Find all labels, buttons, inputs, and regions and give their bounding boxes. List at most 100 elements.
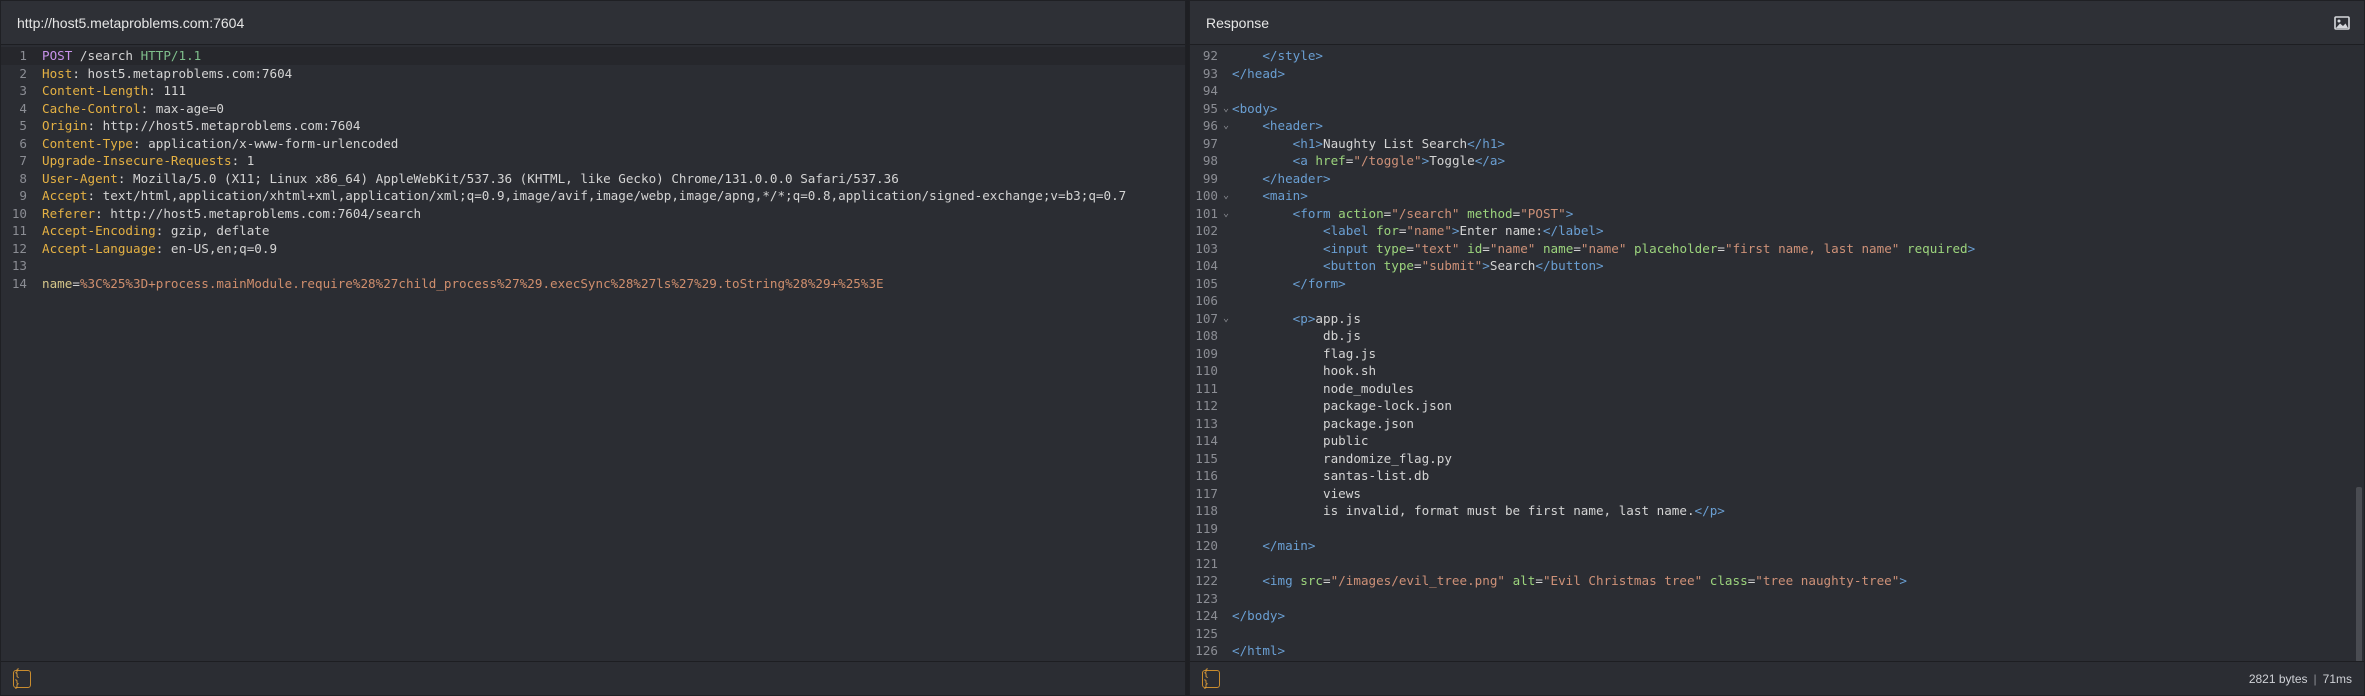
html-text: Enter name: [1459, 223, 1543, 238]
request-line: 7 Upgrade-Insecure-Requests: 1 [1, 152, 1185, 170]
response-line: 111 node_modules [1190, 380, 2364, 398]
request-line: 12 Accept-Language: en-US,en;q=0.9 [1, 240, 1185, 258]
line-content: public [1232, 432, 1369, 450]
line-number: 13 [11, 258, 27, 273]
html-tag: </button> [1535, 258, 1604, 273]
line-number: 122 [1195, 573, 1218, 588]
html-tag: <header> [1262, 118, 1324, 133]
line-number: 3 [19, 83, 27, 98]
html-attribute: alt [1512, 573, 1536, 588]
response-line: 126 </html> [1190, 642, 2364, 659]
response-line: 106 [1190, 292, 2364, 310]
response-footer: { } 2821 bytes | 71ms [1190, 661, 2364, 695]
html-text: is invalid, format must be first name, l… [1323, 503, 1695, 518]
request-url-bar[interactable]: http://host5.metaproblems.com:7604 [1, 1, 1185, 45]
html-attribute: class [1709, 573, 1748, 588]
request-line: 11 Accept-Encoding: gzip, deflate [1, 222, 1185, 240]
response-line: 102 <label for="name">Enter name:</label… [1190, 222, 2364, 240]
line-number: 119 [1195, 520, 1218, 536]
fold-chevron-icon: ⌄ [1222, 190, 1230, 201]
body-param-name: name [42, 275, 73, 291]
response-line: 107 ⌄ <p>app.js [1190, 310, 2364, 328]
response-line: 105 </form> [1190, 275, 2364, 293]
image-view-button[interactable] [2330, 11, 2354, 35]
request-editor[interactable]: 1 POST /search HTTP/1.1 2 Host: host5.metap… [1, 47, 1185, 659]
html-attribute: for [1376, 223, 1399, 238]
line-content: Accept-Encoding: gzip, deflate [42, 222, 269, 240]
html-string: "name" [1489, 240, 1536, 256]
line-number: 100 [1195, 188, 1218, 203]
header-name: Accept [42, 188, 88, 203]
header-value: http://host5.metaproblems.com:7604 [102, 118, 361, 133]
line-number: 10 [11, 205, 27, 221]
response-size: 2821 bytes [2248, 671, 2308, 686]
format-button[interactable]: { } [1202, 668, 1220, 690]
html-text [1626, 241, 1634, 256]
scrollbar-thumb[interactable] [2356, 487, 2362, 662]
header-colon: : [148, 83, 164, 98]
image-icon [2334, 16, 2350, 30]
html-tag: <p> [1292, 310, 1316, 326]
header-value: gzip, deflate [170, 223, 270, 238]
response-scrollbar[interactable] [2356, 47, 2362, 662]
line-content: Upgrade-Insecure-Requests: 1 [42, 152, 254, 170]
app-root: http://host5.metaproblems.com:7604 1 POST… [0, 0, 2365, 696]
html-text [1460, 206, 1468, 221]
html-tag: <input [1323, 240, 1377, 256]
request-line: 2 Host: host5.metaproblems.com:7604 [1, 65, 1185, 83]
line-content: </main> [1232, 537, 1315, 555]
line-content: db.js [1232, 327, 1361, 345]
html-text [1899, 241, 1907, 256]
html-text: = [1573, 240, 1581, 256]
request-line: 14 name=%3C%25%3D+process.mainModule.requ… [1, 275, 1185, 293]
html-text: node_modules [1323, 380, 1414, 396]
html-string: "submit" [1421, 258, 1483, 273]
response-line: 99 </header> [1190, 170, 2364, 188]
response-viewer[interactable]: 92 </style> 93 </head> 94 95 ⌄ <body> 96 ⌄ <head… [1190, 47, 2364, 659]
html-text: app.js [1315, 310, 1361, 326]
fold-chevron-icon: ⌄ [1222, 102, 1230, 114]
html-text: db.js [1323, 328, 1361, 343]
html-attribute: method [1467, 205, 1513, 221]
line-content: <h1>Naughty List Search</h1> [1232, 135, 1505, 153]
line-content: </html> [1232, 642, 1285, 659]
response-line: 114 public [1190, 432, 2364, 450]
response-line: 113 package.json [1190, 415, 2364, 433]
header-colon: : [231, 153, 247, 168]
request-line: 9 Accept: text/html,application/xhtml+xml… [1, 187, 1185, 205]
line-number: 9 [19, 188, 27, 203]
html-text: = [1406, 240, 1415, 256]
line-number: 102 [1195, 223, 1218, 238]
format-button[interactable]: { } [13, 668, 31, 690]
http-method: POST [42, 48, 73, 63]
line-content: flag.js [1232, 345, 1376, 363]
html-text: Naughty List Search [1323, 135, 1468, 151]
line-number: 114 [1195, 433, 1218, 448]
line-number: 111 [1195, 380, 1218, 396]
html-attribute: type [1376, 240, 1407, 256]
line-number: 107 [1195, 310, 1218, 326]
line-number: 11 [11, 223, 27, 238]
